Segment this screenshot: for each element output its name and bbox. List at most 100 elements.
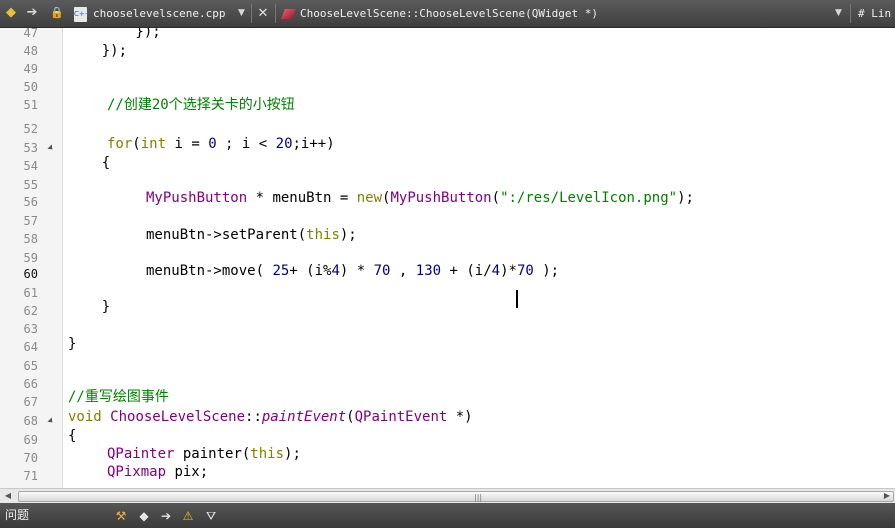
code-token: {	[68, 428, 77, 444]
code-token: + (i%	[289, 263, 332, 279]
code-token: ChooseLevelScene	[110, 409, 246, 425]
line-number: 49	[23, 62, 38, 76]
code-line: QPixmap pix;	[107, 463, 208, 481]
code-line: menuBtn->move( 25+ (i%4) * 70 , 130 + (i…	[146, 262, 559, 280]
code-token: );	[533, 263, 560, 279]
filter-build-icon[interactable]: ⚒	[113, 508, 129, 524]
code-token: )*	[500, 263, 517, 279]
code-line: {	[68, 427, 76, 445]
fold-marker-icon[interactable]	[47, 144, 55, 152]
code-token: 4	[331, 263, 340, 279]
scroll-right-icon[interactable]: ▶	[880, 489, 894, 503]
lock-icon[interactable]: 🔒	[49, 5, 65, 21]
code-line: MyPushButton * menuBtn = new(MyPushButto…	[146, 189, 694, 207]
prev-issue-icon[interactable]: ◆	[136, 508, 152, 524]
line-number: 65	[23, 359, 38, 373]
toolbar-divider	[251, 4, 252, 23]
code-token: this	[306, 227, 340, 243]
code-token: );	[677, 190, 694, 206]
code-token: ) *	[339, 263, 374, 279]
code-token: });	[68, 28, 161, 40]
code-token: * menuBtn =	[247, 190, 357, 206]
line-number: 62	[23, 304, 38, 318]
code-token: });	[68, 43, 128, 59]
toolbar-divider	[850, 4, 851, 23]
open-documents-combo[interactable]: C++ chooselevelscene.cpp	[71, 4, 251, 23]
filter-icon[interactable]: ⛛	[203, 508, 219, 524]
scrollbar-grip: |||	[474, 493, 483, 502]
code-token: 130	[415, 263, 442, 279]
code-token: menuBtn->move(	[146, 263, 273, 279]
code-token: i =	[166, 136, 209, 152]
code-token: for	[107, 136, 133, 152]
next-issue-icon[interactable]: ➔	[158, 508, 174, 524]
scrollbar-thumb[interactable]: |||	[18, 491, 894, 502]
code-token: new	[356, 190, 383, 206]
code-token: ; i <	[216, 136, 276, 152]
file-dropdown-arrow-icon[interactable]: ▼	[238, 4, 245, 23]
code-token: (	[346, 409, 355, 425]
line-number: 67	[23, 395, 38, 409]
warning-icon[interactable]: ⚠	[180, 508, 196, 524]
code-token: MyPushButton	[146, 190, 248, 206]
code-token: QPixmap	[107, 464, 167, 480]
code-token: + (i/	[441, 263, 492, 279]
text-cursor	[516, 290, 518, 308]
code-token: //重写绘图事件	[68, 389, 169, 405]
code-line: });	[68, 28, 161, 41]
code-token: {	[68, 155, 111, 171]
line-number: 57	[23, 214, 38, 228]
code-line: menuBtn->setParent(this);	[146, 226, 357, 244]
code-token: painter(	[174, 446, 251, 462]
code-token: this	[250, 446, 285, 462]
code-token: *)	[447, 409, 473, 425]
code-token: }	[68, 336, 77, 352]
line-number: 56	[23, 195, 38, 209]
line-number: 68	[23, 414, 38, 428]
line-number: 64	[23, 340, 38, 354]
line-number: 48	[23, 44, 38, 58]
function-icon	[281, 9, 296, 19]
line-number: 51	[23, 98, 38, 112]
code-line: QPainter painter(this);	[107, 445, 301, 463]
forward-arrow-icon[interactable]: ➔	[24, 5, 40, 21]
line-number: 61	[23, 286, 38, 300]
issues-pane-title[interactable]: 问题	[5, 507, 29, 524]
close-document-button[interactable]: ✕	[256, 4, 270, 23]
code-token: 25	[272, 263, 290, 279]
code-token: menuBtn->setParent(	[146, 227, 307, 243]
horizontal-scrollbar[interactable]: ◀ ||| ▶	[0, 488, 895, 503]
code-token: 70	[516, 263, 534, 279]
line-number: 55	[23, 178, 38, 192]
symbol-dropdown-arrow-icon[interactable]: ▼	[835, 4, 842, 23]
code-editor[interactable]: 47 48 49 50 51 52 53 54 55 56 57 58 59 60 61 62 63 64 65 66…	[0, 28, 895, 488]
code-token: );	[339, 227, 357, 243]
line-column-indicator[interactable]: # Lin	[858, 4, 891, 23]
code-line: }	[68, 298, 110, 316]
code-token: //创建20个选择关卡的小按钮	[107, 97, 295, 113]
code-token: 0	[208, 136, 217, 152]
line-number: 53	[23, 141, 38, 155]
code-line: //创建20个选择关卡的小按钮	[107, 96, 295, 114]
code-token: 70	[373, 263, 391, 279]
line-number: 54	[23, 159, 38, 173]
code-token: (	[132, 136, 141, 152]
code-line: for(int i = 0 ; i < 20;i++)	[107, 135, 335, 153]
symbol-combo[interactable]: ChooseLevelScene::ChooseLevelScene(QWidg…	[281, 4, 843, 23]
line-number: 70	[23, 451, 38, 465]
code-token: QPainter	[107, 446, 175, 462]
code-token: paintEvent	[261, 409, 347, 425]
code-token: pix;	[166, 464, 209, 480]
back-arrow-icon[interactable]: ◆	[3, 5, 19, 21]
code-token: QPaintEvent	[354, 409, 448, 425]
code-line: void ChooseLevelScene::paintEvent(QPaint…	[68, 408, 473, 426]
code-line: //重写绘图事件	[68, 388, 169, 406]
code-token: 4	[491, 263, 501, 279]
line-number: 52	[23, 122, 38, 136]
code-line: }	[68, 335, 76, 353]
editor-toolbar: ◆ ➔ 🔒 C++ chooselevelscene.cpp ▼ ✕ Choose…	[0, 0, 895, 28]
line-number: 58	[23, 232, 38, 246]
fold-marker-icon[interactable]	[47, 417, 55, 425]
scroll-left-icon[interactable]: ◀	[1, 489, 15, 503]
code-token: ,	[390, 263, 416, 279]
